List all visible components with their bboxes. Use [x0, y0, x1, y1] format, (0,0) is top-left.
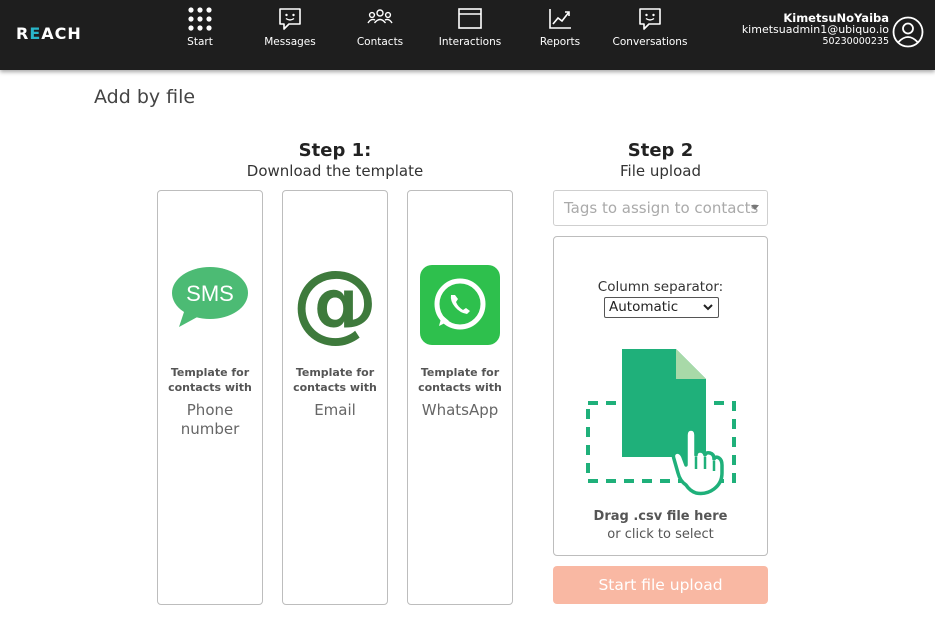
step1-title: Step 1:	[298, 140, 372, 161]
nav-conversations[interactable]: Conversations	[612, 6, 688, 66]
user-info[interactable]: KimetsuNoYaiba kimetsuadmin1@ubiquo.io 5…	[742, 12, 889, 48]
at-sign-icon: @	[293, 263, 377, 347]
caption-line2: contacts with	[293, 381, 377, 394]
logo-suffix: ACH	[41, 24, 82, 43]
nav-conversations-label: Conversations	[612, 36, 688, 48]
caption-line1: Template for	[295, 366, 375, 379]
reach-logo[interactable]: REACH	[16, 24, 82, 43]
drop-main-text: Drag .csv file here	[593, 509, 728, 524]
drop-sub-text: or click to select	[607, 527, 714, 542]
template-caption: Template for contacts with	[408, 365, 512, 395]
caption-line1: Template for	[420, 366, 500, 379]
template-card-phone[interactable]: SMS Template for contacts with Phone num…	[157, 190, 263, 605]
kind-line2: number	[180, 420, 240, 438]
user-email: kimetsuadmin1@ubiquo.io	[741, 23, 889, 36]
nav-contacts[interactable]: Contacts	[350, 6, 410, 66]
separator-label: Column separator:	[597, 279, 724, 295]
nav-contacts-label: Contacts	[356, 36, 404, 48]
caption-line1: Template for	[170, 366, 250, 379]
nav-start[interactable]: Start	[175, 6, 225, 66]
nav-reports-label: Reports	[539, 36, 581, 48]
grid-icon	[188, 7, 212, 31]
start-file-upload-button[interactable]: Start file upload	[553, 566, 768, 604]
template-kind: WhatsApp	[408, 401, 512, 420]
nav-reports[interactable]: Reports	[532, 6, 588, 66]
kind-line1: Phone	[186, 401, 234, 419]
caption-line2: contacts with	[168, 381, 252, 394]
user-phone: 50230000235	[822, 36, 890, 47]
kind-line1: Email	[314, 401, 356, 419]
at-sign-text: @	[293, 263, 377, 347]
sms-icon: SMS	[172, 267, 248, 327]
chevron-down-icon	[703, 304, 713, 311]
template-kind: Email	[283, 401, 387, 420]
template-card-email[interactable]: @ Template for contacts with Email	[282, 190, 388, 605]
step2-title: Step 2	[627, 140, 694, 161]
nav-messages[interactable]: Messages	[260, 6, 320, 66]
logo-prefix: R	[16, 24, 30, 43]
template-card-whatsapp[interactable]: Template for contacts with WhatsApp	[407, 190, 513, 605]
page-title: Add by file	[94, 86, 196, 108]
step2-subtitle: File upload	[620, 162, 701, 180]
step1-subtitle: Download the template	[246, 162, 424, 180]
conversation-icon	[639, 8, 661, 30]
nav-interactions-label: Interactions	[438, 36, 502, 48]
upload-file-icon	[586, 349, 736, 496]
chart-icon	[549, 9, 571, 29]
kind-line1: WhatsApp	[421, 401, 499, 419]
template-kind: Phone number	[158, 401, 262, 439]
template-caption: Template for contacts with	[283, 365, 387, 395]
nav-start-label: Start	[187, 36, 213, 48]
tags-placeholder: Tags to assign to contacts	[564, 199, 759, 217]
logo-accent: E	[29, 24, 42, 43]
contacts-icon	[367, 9, 393, 24]
user-avatar-icon[interactable]	[892, 16, 924, 48]
dropdown-arrow-icon	[751, 205, 759, 210]
nav-messages-label: Messages	[264, 36, 316, 48]
sms-icon-text: SMS	[186, 281, 234, 306]
caption-line2: contacts with	[418, 381, 502, 394]
nav-interactions[interactable]: Interactions	[436, 6, 504, 66]
window-icon	[458, 8, 482, 29]
file-drop-zone[interactable]: Column separator: Automatic Drag .csv fi…	[553, 236, 768, 556]
tags-select[interactable]: Tags to assign to contacts	[553, 190, 768, 226]
separator-select[interactable]: Automatic	[604, 297, 719, 318]
template-caption: Template for contacts with	[158, 365, 262, 395]
top-navigation-bar: REACH Start Messages Contacts Interactio…	[0, 0, 935, 70]
separator-value: Automatic	[609, 299, 679, 315]
message-icon	[279, 8, 301, 30]
whatsapp-icon	[420, 265, 500, 345]
